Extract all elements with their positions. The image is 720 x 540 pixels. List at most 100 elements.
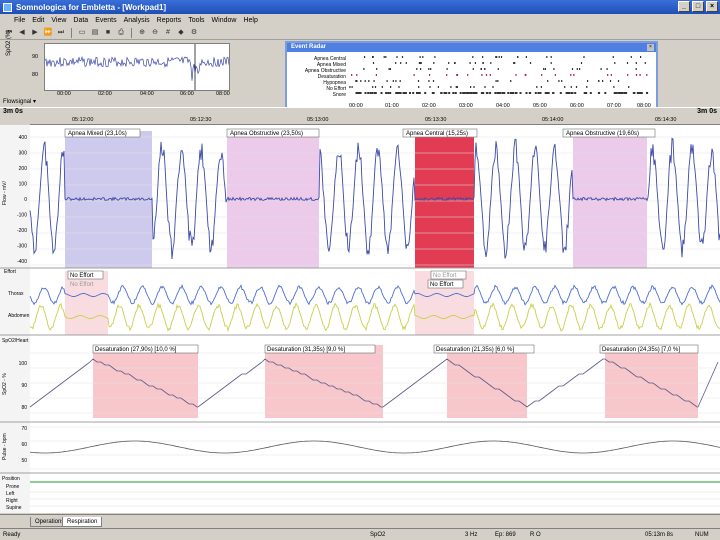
menu-analysis[interactable]: Analysis bbox=[124, 17, 150, 24]
radar-event-mark bbox=[646, 74, 648, 76]
tab-respiration[interactable]: Respiration bbox=[62, 517, 103, 527]
apnea-label: Apnea Central (15,25s) bbox=[406, 131, 468, 137]
radar-event-mark bbox=[419, 62, 421, 64]
radar-event-mark bbox=[434, 56, 436, 58]
radar-event-mark bbox=[517, 56, 519, 58]
radar-event-mark bbox=[544, 68, 546, 70]
radar-event-mark bbox=[639, 74, 641, 76]
radar-event-mark bbox=[552, 92, 555, 94]
close-button[interactable]: × bbox=[706, 1, 718, 12]
menu-edit[interactable]: Edit bbox=[32, 17, 44, 24]
radar-event-mark bbox=[640, 92, 643, 94]
toolbar: ⏮ ◀ ▶ ⏩ ⏭ ▭ ▤ ■ ⎙ ⊕ ⊖ # ◆ ⚙ bbox=[0, 26, 720, 40]
prev-icon[interactable]: ◀ bbox=[17, 28, 27, 38]
menu-window[interactable]: Window bbox=[212, 17, 237, 24]
radar-event-mark bbox=[583, 56, 585, 58]
radar-event-mark bbox=[561, 80, 563, 82]
y-tick-label: 300 bbox=[19, 151, 28, 157]
radar-event-mark bbox=[543, 68, 545, 70]
minimize-button[interactable]: _ bbox=[678, 1, 690, 12]
zoom-in-icon[interactable]: ⊕ bbox=[137, 28, 147, 38]
radar-event-mark bbox=[568, 92, 571, 94]
position-row: Left bbox=[6, 491, 15, 497]
radar-event-mark bbox=[364, 56, 366, 58]
radar-event-mark bbox=[413, 74, 415, 76]
radar-marks bbox=[349, 56, 649, 94]
flow-channel: 400 300 200 100 0 -100 -200 -300 -400 Flow - mV/… bbox=[2, 128, 720, 268]
radar-event-mark bbox=[519, 92, 522, 94]
pulse-grid bbox=[30, 426, 720, 470]
menu-help[interactable]: Help bbox=[243, 17, 257, 24]
menu-reports[interactable]: Reports bbox=[157, 17, 182, 24]
marker-icon[interactable]: ◆ bbox=[176, 28, 186, 38]
event-radar-close-button[interactable]: × bbox=[647, 44, 654, 51]
new-icon[interactable]: ▭ bbox=[77, 28, 87, 38]
apnea-label: Apnea Mixed (23,10s) bbox=[68, 131, 127, 137]
radar-event-mark bbox=[390, 86, 392, 88]
radar-event-mark bbox=[364, 92, 367, 94]
menu-tools[interactable]: Tools bbox=[188, 17, 204, 24]
abdomen-label: Abdomen bbox=[8, 313, 30, 319]
effort-label: Effort bbox=[4, 269, 16, 275]
radar-event-mark bbox=[364, 80, 366, 82]
zoom-out-icon[interactable]: ⊖ bbox=[150, 28, 160, 38]
maximize-button[interactable]: □ bbox=[692, 1, 704, 12]
no-effort-label: No Effort bbox=[433, 273, 457, 279]
left-scale[interactable]: 3m 0s bbox=[3, 108, 23, 115]
y-tick-label: -200 bbox=[17, 228, 27, 234]
radar-event-mark bbox=[349, 86, 351, 88]
radar-event-mark bbox=[638, 92, 641, 94]
radar-event-mark bbox=[396, 56, 398, 58]
play-icon[interactable]: ▶ bbox=[30, 28, 40, 38]
radar-event-mark bbox=[547, 80, 549, 82]
position-row: Supine bbox=[6, 505, 22, 511]
time-tick: 05:14:00 bbox=[542, 117, 564, 123]
radar-event-mark bbox=[587, 80, 589, 82]
overview-xtick: 00:00 bbox=[57, 91, 71, 97]
radar-event-mark bbox=[387, 92, 390, 94]
overview-trace-svg bbox=[44, 44, 230, 90]
radar-event-mark bbox=[360, 80, 362, 82]
grid-icon[interactable]: # bbox=[163, 28, 173, 38]
open-icon[interactable]: ▤ bbox=[90, 28, 100, 38]
menu-data[interactable]: Data bbox=[73, 17, 88, 24]
radar-event-mark bbox=[512, 92, 515, 94]
time-tick: 05:12:30 bbox=[190, 117, 212, 123]
last-icon[interactable]: ⏭ bbox=[56, 28, 66, 38]
overview-plot[interactable] bbox=[44, 43, 230, 91]
radar-event-mark bbox=[525, 74, 527, 76]
position-row: Prone bbox=[6, 484, 20, 490]
signal-chart-area[interactable]: 400 300 200 100 0 -100 -200 -300 -400 Flow - mV/… bbox=[0, 125, 720, 513]
fast-forward-icon[interactable]: ⏩ bbox=[43, 28, 53, 38]
radar-event-mark bbox=[482, 92, 485, 94]
radar-event-mark bbox=[498, 56, 500, 58]
pulse-yticks: 70 60 50 bbox=[21, 426, 27, 464]
time-tick: 05:13:30 bbox=[425, 117, 447, 123]
flowsignal-dropdown[interactable]: Flowsignal ▾ bbox=[0, 98, 285, 107]
menu-view[interactable]: View bbox=[51, 17, 66, 24]
radar-event-mark bbox=[467, 74, 469, 76]
radar-event-mark bbox=[418, 92, 420, 94]
radar-event-mark bbox=[573, 74, 575, 76]
menu-events[interactable]: Events bbox=[95, 17, 116, 24]
radar-event-mark bbox=[386, 80, 388, 82]
right-scale[interactable]: 3m 0s bbox=[697, 108, 717, 115]
radar-event-mark bbox=[571, 92, 574, 94]
no-effort-label: No Effort bbox=[70, 282, 94, 288]
pulse-channel-label: Pulse - bpm bbox=[2, 433, 8, 460]
save-icon[interactable]: ■ bbox=[103, 28, 113, 38]
event-radar-plot bbox=[349, 56, 649, 94]
radar-event-mark bbox=[470, 86, 472, 88]
spo2-channel: SpO2 - % 100 90 80 Desaturation (27,90s) [… bbox=[2, 344, 720, 418]
menu-file[interactable]: File bbox=[14, 17, 25, 24]
overview-spo2-trace bbox=[44, 55, 230, 81]
status-num: NUM bbox=[695, 531, 709, 538]
radar-event-mark bbox=[401, 56, 404, 58]
time-navigation-bar: 3m 0s 3m 0s 05:12:00 05:12:30 05:13:00 0… bbox=[0, 107, 720, 125]
overview-xtick: 06:00 bbox=[180, 91, 194, 97]
settings-icon[interactable]: ⚙ bbox=[189, 28, 199, 38]
radar-event-mark bbox=[485, 92, 488, 94]
radar-event-mark bbox=[613, 86, 615, 88]
print-icon[interactable]: ⎙ bbox=[116, 28, 126, 38]
apnea-label: Apnea Obstructive (19,60s) bbox=[566, 131, 639, 137]
